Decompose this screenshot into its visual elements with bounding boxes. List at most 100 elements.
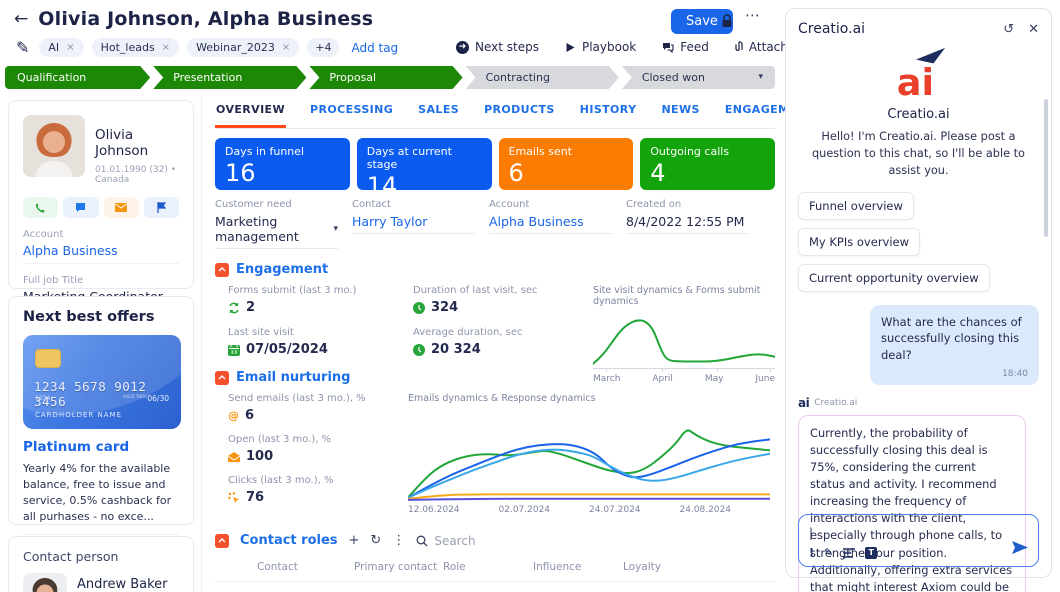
user-message: What are the chances of successfully clo… — [870, 305, 1039, 385]
contact-roles-title[interactable]: Contact roles — [240, 533, 338, 548]
refresh-icon[interactable]: ↻ — [370, 533, 381, 548]
forms-icon — [228, 302, 240, 314]
quick-actions — [23, 197, 179, 218]
stage-closed-won[interactable]: Closed won ▾ — [622, 66, 775, 89]
close-panel-icon[interactable]: ✕ — [1028, 22, 1039, 37]
ai-message-author: ai Creatio.ai — [798, 396, 1039, 410]
phone-icon — [35, 202, 46, 213]
table-header-row: Contact Primary contact Role Influence L… — [215, 557, 775, 582]
tab-products[interactable]: PRODUCTS — [483, 97, 556, 128]
text-cursor: | — [809, 526, 813, 540]
contact-person-photo — [23, 573, 67, 592]
chat-input[interactable]: | ! ✎ T — [798, 514, 1039, 567]
contact-person-name[interactable]: Andrew Baker — [77, 577, 168, 592]
suggestion-opportunity-overview[interactable]: Current opportunity overview — [798, 264, 990, 292]
playbook-button[interactable]: Playbook — [565, 40, 636, 54]
creatio-ai-small-logo: ai — [798, 396, 809, 410]
offer-description: Yearly 4% for the available balance, fre… — [23, 461, 179, 525]
account-link[interactable]: Alpha Business — [23, 243, 179, 264]
email-nurturing-title[interactable]: Email nurturing — [236, 370, 350, 385]
stage-pipeline: Qualification Presentation Proposal Cont… — [5, 66, 775, 89]
contact-name: Olivia Johnson — [95, 127, 179, 159]
stage-proposal[interactable]: Proposal — [309, 66, 462, 89]
contact-link[interactable]: Harry Taylor — [352, 214, 475, 234]
account-field-link[interactable]: Alpha Business — [489, 214, 612, 234]
roles-search-input[interactable] — [434, 534, 524, 548]
back-icon[interactable]: ← — [14, 9, 28, 29]
attach-pen-icon[interactable]: ✎ — [824, 546, 833, 559]
next-best-offers-card: Next best offers 1234 5678 9012 3456 123… — [8, 296, 194, 525]
tab-processing[interactable]: PROCESSING — [309, 97, 394, 128]
contact-roles-table: Contact Primary contact Role Influence L… — [215, 557, 775, 592]
add-contact-role-icon[interactable]: + — [349, 533, 360, 548]
tag-chip[interactable]: Hot_leads× — [92, 38, 179, 57]
collapse-icon[interactable] — [215, 371, 229, 385]
suggestion-funnel-overview[interactable]: Funnel overview — [798, 192, 914, 220]
kpi-row: Days in funnel 16 Days at current stage … — [215, 138, 775, 190]
search-icon — [416, 535, 428, 547]
text-format-icon[interactable]: T — [865, 547, 877, 559]
contact-label: Contact — [352, 199, 475, 210]
table-row[interactable]: 1 Andrew Baker Yes Contact person Medium… — [215, 582, 775, 592]
contact-subtitle: 01.01.1990 (32) • Canada — [95, 165, 179, 185]
chat-icon — [75, 202, 86, 213]
creatio-ai-panel: Creatio.ai ↺ ✕ ai Creatio.ai Hello! I'm … — [785, 8, 1052, 578]
chat-button[interactable] — [63, 197, 98, 218]
kpi-days-in-funnel: Days in funnel 16 — [215, 138, 350, 190]
contact-person-card: Contact person Andrew Baker 1/20/1986 · … — [8, 536, 194, 592]
email-nurturing-body: Send emails (last 3 mo.), % @6 Open (las… — [228, 393, 775, 523]
more-menu-icon[interactable]: ⋯ — [745, 6, 761, 24]
customer-need-select[interactable]: Marketing management ▾ — [215, 214, 338, 249]
kebab-menu-icon[interactable]: ⋮ — [392, 533, 405, 548]
tab-news[interactable]: NEWS — [660, 97, 700, 128]
reset-chat-icon[interactable]: ↺ — [1003, 22, 1014, 37]
next-steps-button[interactable]: ➜ Next steps — [456, 40, 539, 54]
detail-fields: Customer need Marketing management ▾ Con… — [215, 199, 775, 249]
engagement-section-header: Engagement — [215, 262, 775, 277]
priority-icon[interactable]: ! — [809, 546, 814, 559]
panel-scrollbar[interactable] — [1044, 99, 1048, 237]
tab-sales[interactable]: SALES — [417, 97, 460, 128]
contact-photo — [23, 115, 85, 177]
stage-contracting[interactable]: Contracting — [466, 66, 619, 89]
remove-tag-icon[interactable]: × — [282, 42, 290, 53]
engagement-title[interactable]: Engagement — [236, 262, 328, 277]
tag-chip[interactable]: AI× — [39, 38, 83, 57]
card-expiry: 06/30 — [147, 394, 169, 403]
flag-button[interactable] — [144, 197, 179, 218]
stage-presentation[interactable]: Presentation — [153, 66, 306, 89]
remove-tag-icon[interactable]: × — [66, 42, 74, 53]
next-steps-icon: ➜ — [456, 41, 469, 54]
emails-dynamics-chart: Emails dynamics & Response dynamics 12.0… — [408, 393, 770, 515]
tab-overview[interactable]: OVERVIEW — [215, 97, 286, 128]
stage-qualification[interactable]: Qualification — [5, 66, 150, 89]
clicks-icon — [228, 492, 240, 504]
collapse-icon[interactable] — [215, 534, 229, 548]
card-valid-thru-label: VALID THRU — [123, 395, 147, 400]
assistant-name: Creatio.ai — [798, 107, 1039, 122]
customer-need-label: Customer need — [215, 199, 338, 210]
send-button[interactable] — [1012, 539, 1028, 558]
emails-dynamics-chart-title: Emails dynamics & Response dynamics — [408, 393, 770, 404]
more-tags-chip[interactable]: +4 — [307, 38, 339, 57]
assistant-greeting: Hello! I'm Creatio.ai. Please post a que… — [798, 129, 1039, 180]
add-tag-button[interactable]: Add tag — [351, 41, 398, 55]
email-button[interactable] — [104, 197, 139, 218]
stage-dropdown-icon[interactable]: ▾ — [758, 66, 763, 89]
lock-icon[interactable] — [721, 13, 733, 32]
call-button[interactable] — [23, 197, 58, 218]
attachment-icon — [735, 41, 743, 53]
suggestion-kpis-overview[interactable]: My KPIs overview — [798, 228, 920, 256]
list-format-icon — [843, 548, 855, 558]
creatio-ai-logo: ai — [798, 45, 1039, 105]
remove-tag-icon[interactable]: × — [162, 42, 170, 53]
offer-link[interactable]: Platinum card — [23, 439, 179, 455]
feed-button[interactable]: Feed — [662, 40, 709, 54]
collapse-icon[interactable] — [215, 263, 229, 277]
tag-chip[interactable]: Webinar_2023× — [187, 38, 299, 57]
edit-tags-icon[interactable]: ✎ — [16, 38, 29, 57]
roles-search[interactable] — [416, 534, 524, 548]
chevron-down-icon[interactable]: ▾ — [333, 224, 338, 234]
tab-history[interactable]: HISTORY — [579, 97, 638, 128]
site-visit-chart-plot — [593, 311, 775, 369]
